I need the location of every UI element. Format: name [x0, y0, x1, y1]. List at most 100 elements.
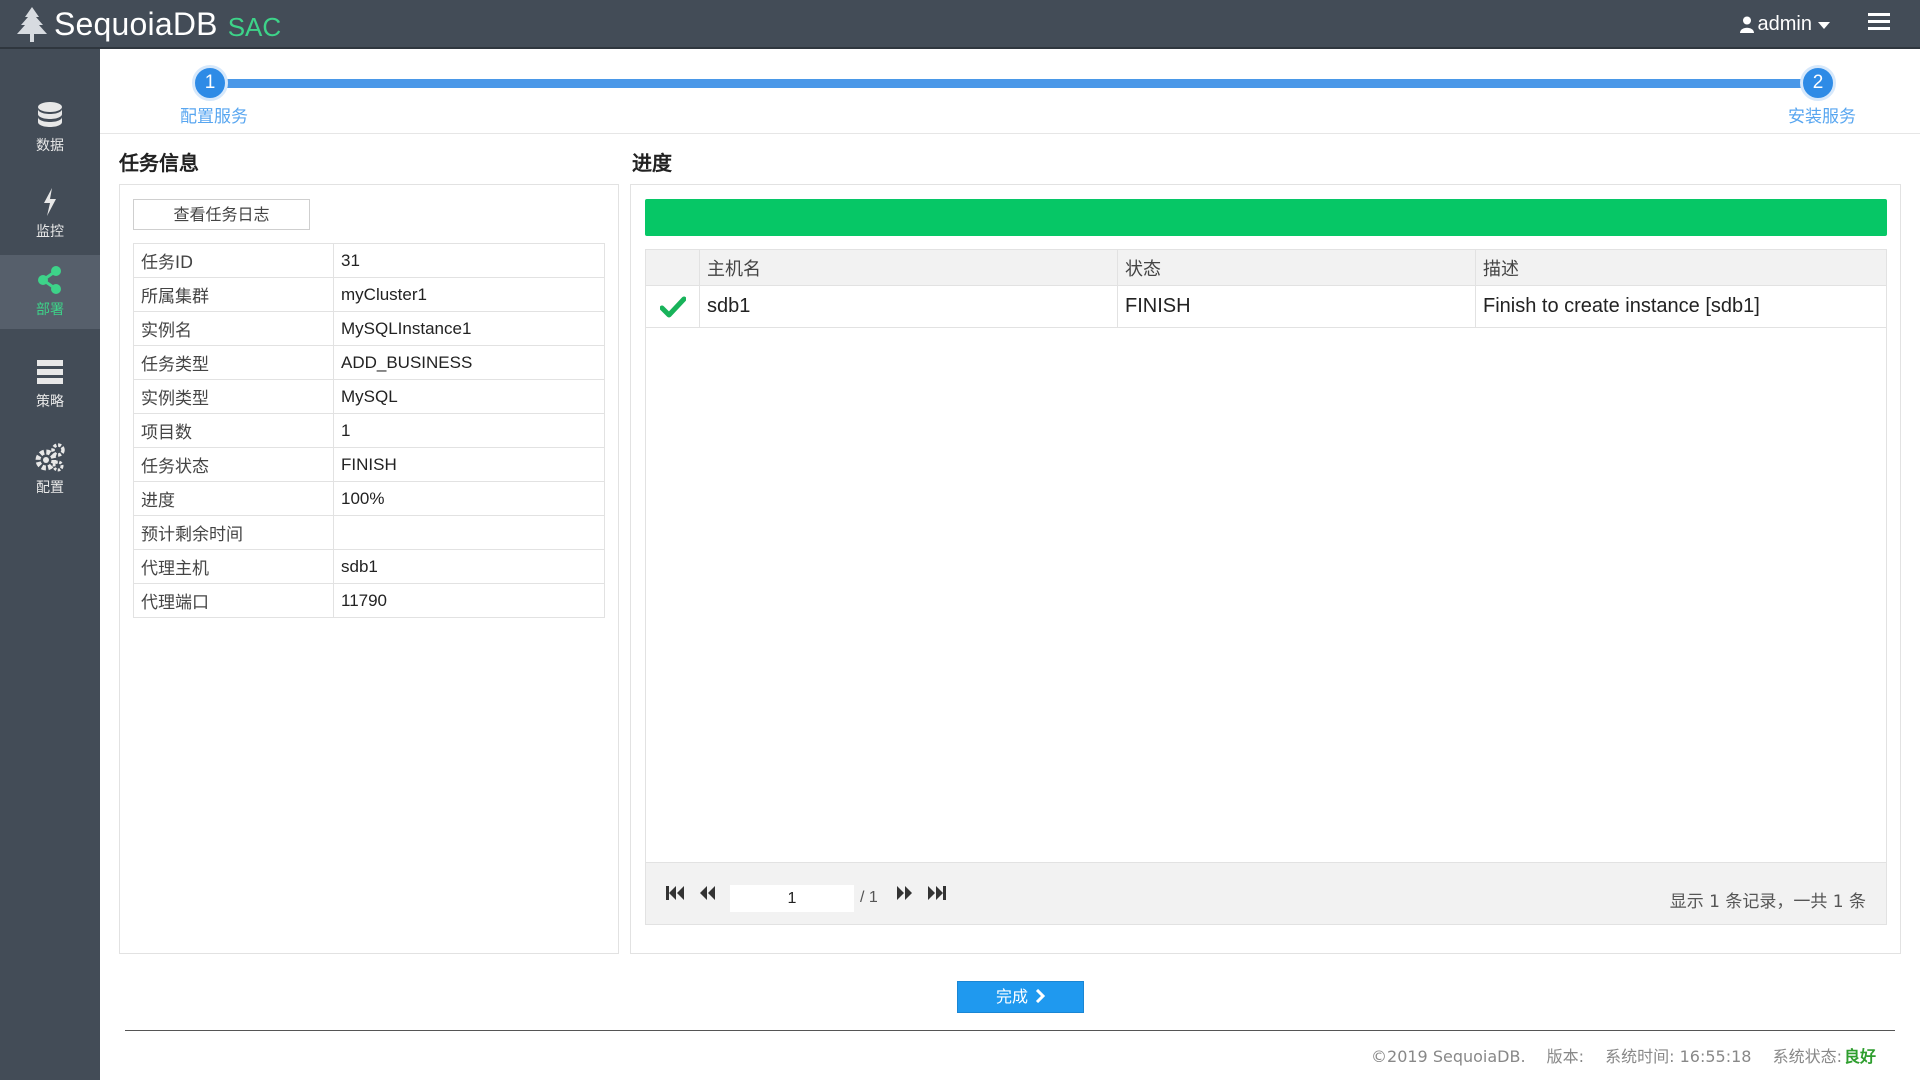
grid-header: 主机名 状态 描述 — [646, 250, 1886, 286]
view-task-log-button[interactable]: 查看任务日志 — [133, 199, 310, 230]
task-info-value: MySQL — [333, 379, 605, 414]
task-info-value: 31 — [333, 243, 605, 278]
row-hostname: sdb1 — [700, 286, 1118, 327]
brand-suffix: SAC — [227, 11, 282, 42]
task-info-value: 1 — [333, 413, 605, 448]
task-info-row: 实例类型 MySQL — [133, 379, 605, 414]
previous-page-icon[interactable] — [696, 883, 718, 903]
progress-bar — [645, 199, 1887, 236]
footer: ©2019 SequoiaDB. 版本: 系统时间: 16:55:18 系统状态… — [1355, 1043, 1876, 1067]
server-icon — [37, 360, 63, 384]
step-2-circle: 2 — [1800, 65, 1836, 101]
user-name: admin — [1757, 12, 1812, 35]
task-info-key: 进度 — [133, 481, 334, 516]
pager: / 1 显示 1 条记录，一共 1 条 — [646, 862, 1886, 924]
lightning-icon — [44, 188, 56, 216]
step-1-circle: 1 — [192, 65, 228, 101]
task-info-key: 代理主机 — [133, 549, 334, 584]
last-page-icon[interactable] — [926, 883, 948, 903]
sidebar-item-label: 策略 — [36, 394, 64, 410]
task-info-row: 项目数 1 — [133, 413, 605, 448]
task-info-row: 代理主机 sdb1 — [133, 549, 605, 584]
task-info-value: 11790 — [333, 583, 605, 618]
row-status: FINISH — [1118, 286, 1476, 327]
footer-system-time: 系统时间: 16:55:18 — [1605, 1047, 1752, 1066]
task-info-row: 任务类型 ADD_BUSINESS — [133, 345, 605, 380]
task-info-key: 任务状态 — [133, 447, 334, 482]
host-progress-grid: 主机名 状态 描述 sdb1 FINISH Finish to create i… — [645, 249, 1887, 925]
database-icon — [38, 102, 62, 127]
task-info-row: 所属集群 myCluster1 — [133, 277, 605, 312]
row-description: Finish to create instance [sdb1] — [1483, 295, 1760, 317]
next-page-icon[interactable] — [894, 883, 916, 903]
top-bar: SequoiaDB SAC admin — [0, 0, 1920, 49]
wizard-steps: 1 配置服务 2 安装服务 — [100, 50, 1920, 134]
header-hostname[interactable]: 主机名 — [700, 250, 1118, 285]
footer-copyright: ©2019 SequoiaDB. — [1371, 1047, 1526, 1066]
sidebar-item-policy[interactable]: 策略 — [0, 347, 100, 421]
header-status-icon-col — [646, 250, 700, 285]
user-menu[interactable]: admin — [1739, 11, 1830, 37]
table-row[interactable]: sdb1 FINISH Finish to create instance [s… — [646, 286, 1886, 328]
user-icon — [1739, 16, 1754, 33]
task-info-key: 项目数 — [133, 413, 334, 448]
record-summary: 显示 1 条记录，一共 1 条 — [1669, 892, 1866, 912]
sidebar: 数据 监控 部署 策略 配置 — [0, 49, 100, 1080]
check-icon — [659, 296, 686, 317]
task-info-row: 预计剩余时间 — [133, 515, 605, 550]
row-status-icon-cell — [646, 286, 700, 327]
task-info-key: 实例名 — [133, 311, 334, 346]
wizard-progress-line — [212, 79, 1820, 88]
brand-name: SequoiaDB — [54, 5, 218, 42]
task-info-row: 任务ID 31 — [133, 243, 605, 278]
sidebar-item-config[interactable]: 配置 — [0, 433, 100, 507]
task-info-value — [333, 515, 605, 550]
footer-system-status-value: 良好 — [1843, 1047, 1876, 1066]
share-icon — [38, 266, 61, 294]
task-info-key: 任务ID — [133, 243, 334, 278]
chevron-down-icon — [1818, 21, 1830, 29]
finish-button[interactable]: 完成 — [957, 981, 1084, 1013]
task-info-key: 实例类型 — [133, 379, 334, 414]
finish-button-label: 完成 — [995, 987, 1028, 1006]
task-info-row: 任务状态 FINISH — [133, 447, 605, 482]
chevron-right-icon — [1035, 988, 1046, 1004]
task-info-row: 进度 100% — [133, 481, 605, 516]
first-page-icon[interactable] — [664, 883, 686, 903]
step-2-label: 安装服务 — [1788, 107, 1856, 127]
task-info-key: 预计剩余时间 — [133, 515, 334, 550]
sidebar-item-label: 配置 — [36, 480, 64, 496]
progress-bar-fill — [645, 199, 1887, 236]
brand-logo[interactable]: SequoiaDB SAC — [12, 4, 281, 44]
sequoia-tree-icon — [17, 7, 47, 42]
task-info-value: 100% — [333, 481, 605, 516]
sidebar-item-deploy[interactable]: 部署 — [0, 255, 100, 329]
task-info-key: 任务类型 — [133, 345, 334, 380]
page-number-input[interactable] — [730, 885, 854, 912]
progress-title: 进度 — [632, 151, 672, 175]
task-info-panel: 查看任务日志 任务ID 31 所属集群 myCluster1 实例名 MySQLInsta… — [119, 184, 619, 954]
task-info-row: 实例名 MySQLInstance1 — [133, 311, 605, 346]
header-status[interactable]: 状态 — [1118, 250, 1476, 285]
task-info-key: 代理端口 — [133, 583, 334, 618]
task-info-title: 任务信息 — [119, 151, 199, 175]
header-description[interactable]: 描述 — [1476, 250, 1886, 285]
task-info-value: FINISH — [333, 447, 605, 482]
task-info-key: 所属集群 — [133, 277, 334, 312]
task-info-table: 任务ID 31 所属集群 myCluster1 实例名 MySQLInstance1 任务类… — [133, 243, 605, 618]
task-info-value: sdb1 — [333, 549, 605, 584]
sidebar-item-monitor[interactable]: 监控 — [0, 177, 100, 251]
footer-divider — [125, 1030, 1895, 1031]
task-info-value: myCluster1 — [333, 277, 605, 312]
progress-panel: 主机名 状态 描述 sdb1 FINISH Finish to create i… — [630, 184, 1901, 954]
sidebar-item-data[interactable]: 数据 — [0, 91, 100, 165]
step-1-label: 配置服务 — [180, 107, 248, 127]
task-info-value: MySQLInstance1 — [333, 311, 605, 346]
task-info-value: ADD_BUSINESS — [333, 345, 605, 380]
menu-toggle-icon[interactable] — [1868, 13, 1890, 33]
sidebar-item-label: 部署 — [36, 302, 64, 318]
task-info-row: 代理端口 11790 — [133, 583, 605, 618]
page-total: / 1 — [860, 889, 878, 906]
sidebar-item-label: 监控 — [36, 224, 64, 240]
sidebar-item-label: 数据 — [36, 138, 64, 154]
